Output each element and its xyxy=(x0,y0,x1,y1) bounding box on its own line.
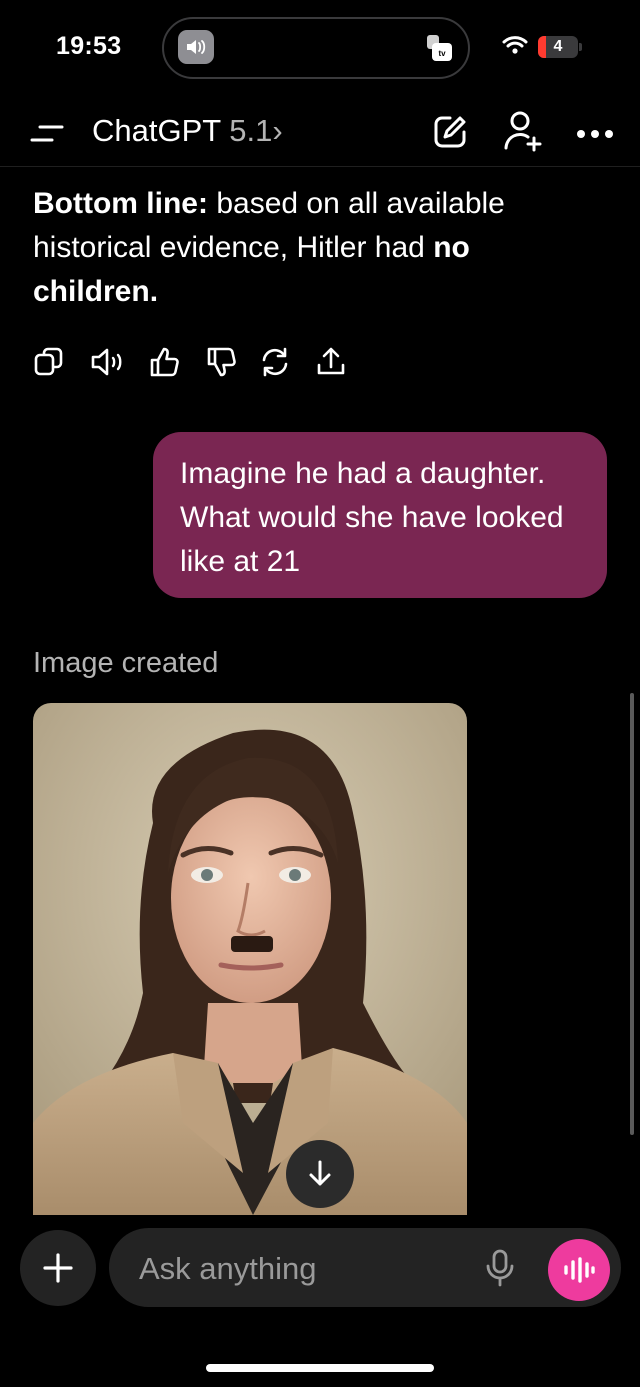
apple-tv-icon: tv xyxy=(426,33,454,63)
sound-icon xyxy=(178,30,214,64)
more-options-icon[interactable] xyxy=(576,126,614,138)
header-divider xyxy=(0,166,640,167)
battery-indicator: 4 xyxy=(538,36,578,58)
user-message-bubble: Imagine he had a daughter. What would sh… xyxy=(153,432,607,598)
regenerate-icon[interactable] xyxy=(259,345,291,379)
share-icon[interactable] xyxy=(315,345,347,379)
waveform-icon xyxy=(564,1257,595,1283)
sidebar-menu-icon[interactable] xyxy=(30,124,64,144)
battery-percent: 4 xyxy=(553,38,563,55)
user-message-text: Imagine he had a daughter. What would sh… xyxy=(180,457,564,578)
chevron-right-icon: › xyxy=(272,113,283,148)
assistant-message: Bottom line: based on all available hist… xyxy=(33,182,593,314)
assistant-text-bold: Bottom line: xyxy=(33,187,208,220)
copy-icon[interactable] xyxy=(33,345,65,379)
add-people-icon[interactable] xyxy=(502,110,542,152)
message-actions xyxy=(33,345,353,381)
thumbs-down-icon[interactable] xyxy=(205,345,237,379)
message-input[interactable] xyxy=(137,1248,461,1290)
new-chat-icon[interactable] xyxy=(432,114,468,150)
generated-image[interactable] xyxy=(33,703,467,1215)
wifi-icon xyxy=(502,35,528,60)
voice-mode-button[interactable] xyxy=(548,1239,610,1301)
model-selector[interactable]: ChatGPT 5.1› xyxy=(92,113,283,149)
scrollbar[interactable] xyxy=(630,693,634,1135)
microphone-icon[interactable] xyxy=(484,1248,516,1288)
speaker-icon[interactable] xyxy=(90,345,122,379)
battery-level-fill xyxy=(538,36,546,58)
image-caption: Image created xyxy=(33,647,219,679)
app-title: ChatGPT xyxy=(92,113,221,148)
battery-tip xyxy=(579,43,582,51)
status-time: 19:53 xyxy=(56,32,122,60)
attach-button[interactable] xyxy=(20,1230,96,1306)
model-version: 5.1 xyxy=(229,113,273,148)
svg-text:tv: tv xyxy=(438,49,446,58)
plus-icon xyxy=(43,1253,73,1283)
thumbs-up-icon[interactable] xyxy=(148,345,180,379)
scroll-to-bottom-button[interactable] xyxy=(286,1140,354,1208)
home-indicator[interactable] xyxy=(206,1364,434,1372)
arrow-down-icon xyxy=(309,1160,331,1186)
composer-bar xyxy=(109,1228,621,1307)
